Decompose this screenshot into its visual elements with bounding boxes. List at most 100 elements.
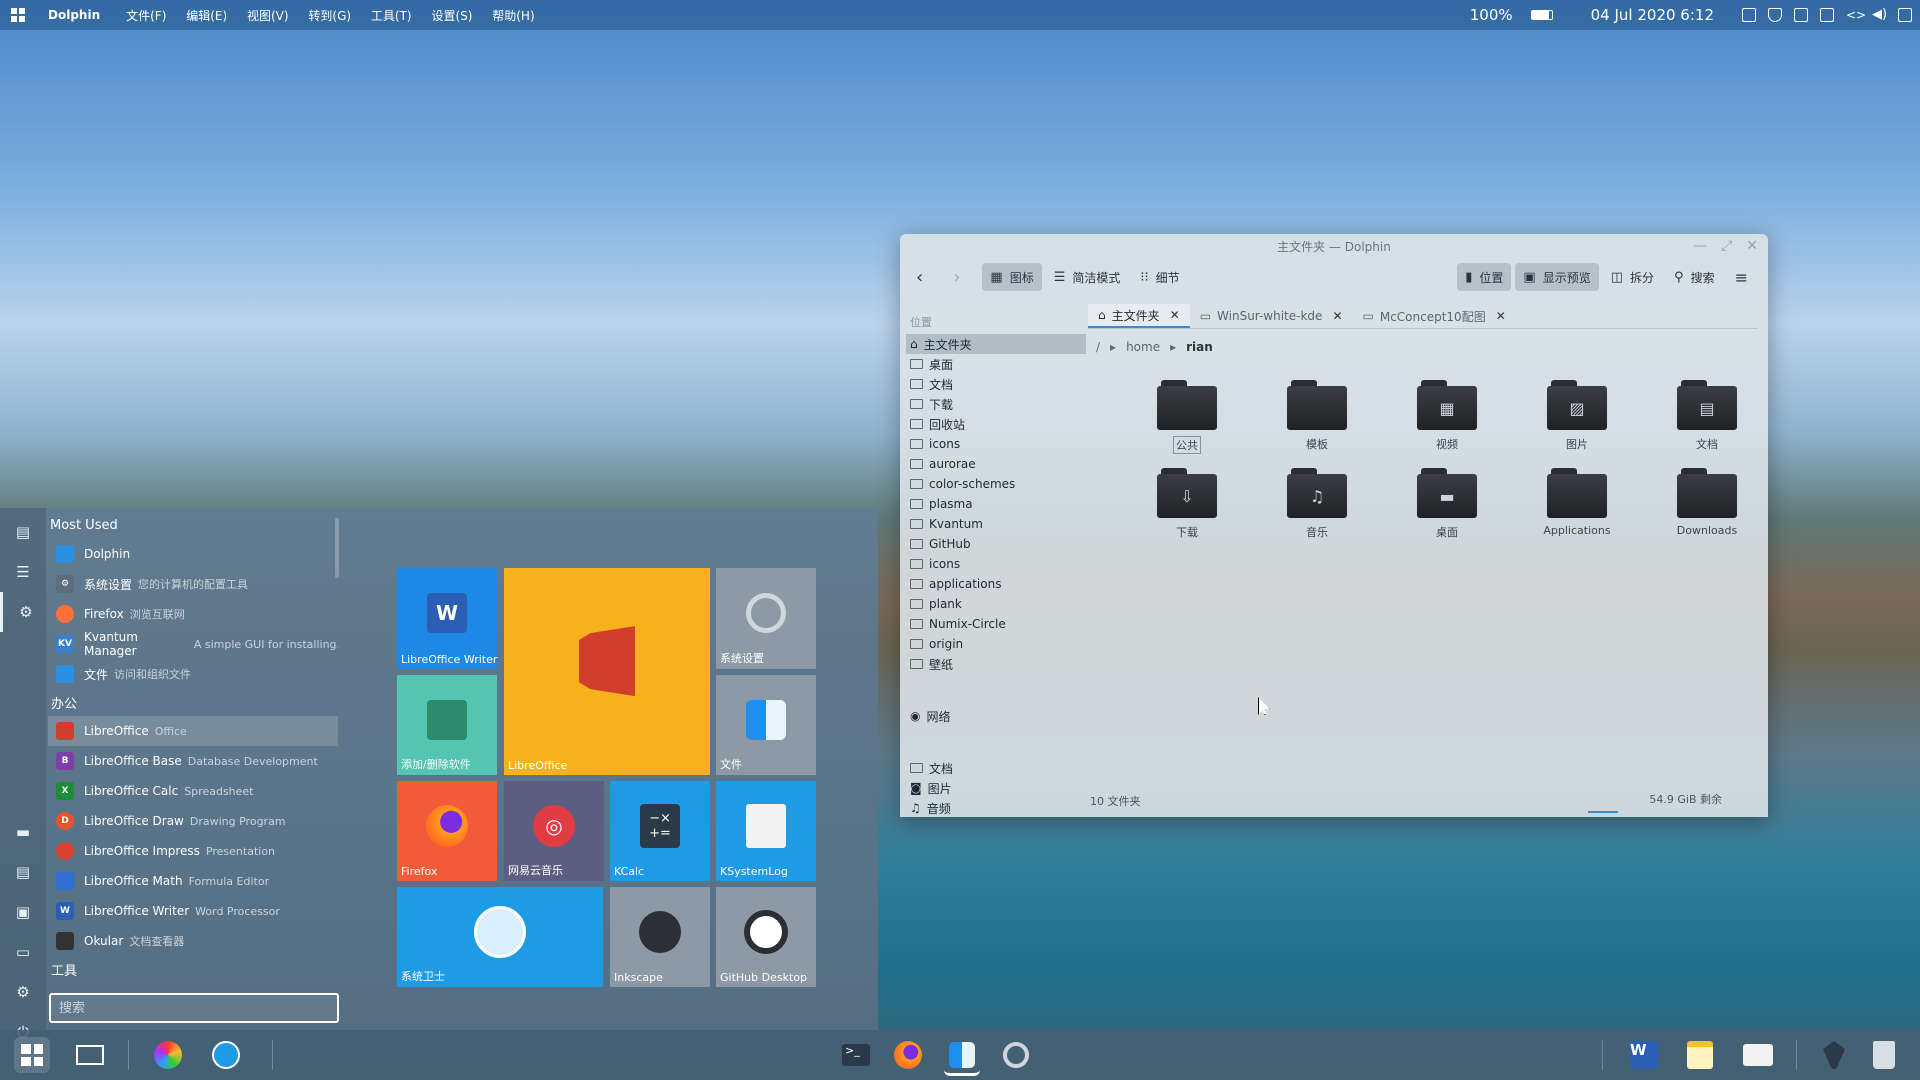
folder-item[interactable]: ▦ 视频: [1382, 380, 1512, 454]
search-field[interactable]: [49, 993, 339, 1023]
app-item-libreoffice-base[interactable]: B LibreOffice Base Database Development: [48, 746, 338, 776]
recent-audio[interactable]: ♫ 音频: [906, 798, 1086, 817]
kdeconnect-icon[interactable]: <>: [1846, 8, 1866, 22]
view-details-button[interactable]: ⁝⁝ 细节: [1132, 263, 1187, 291]
clipboard-icon[interactable]: [1794, 8, 1808, 22]
preview-toggle-button[interactable]: ▣ 显示预览: [1515, 263, 1599, 291]
tile-system-settings[interactable]: 系统设置: [716, 568, 816, 669]
tab-mcconcept[interactable]: ▭ McConcept10配图 ✕: [1353, 304, 1516, 328]
view-icons-button[interactable]: ▦ 图标: [982, 263, 1042, 291]
place-trash[interactable]: 回收站: [906, 414, 1086, 434]
app-item-libreoffice-calc[interactable]: X LibreOffice Calc Spreadsheet: [48, 776, 338, 806]
menu-help[interactable]: 帮助(H): [492, 9, 534, 23]
place-folder[interactable]: applications: [906, 574, 1086, 594]
tile-firefox[interactable]: Firefox: [397, 781, 497, 881]
app-item-libreoffice-writer[interactable]: W LibreOffice Writer Word Processor: [48, 896, 338, 926]
place-folder[interactable]: plasma: [906, 494, 1086, 514]
favorites-icon[interactable]: ▤: [0, 512, 46, 552]
keyboard-layout-icon[interactable]: [1820, 8, 1834, 22]
firefox-icon[interactable]: [890, 1037, 926, 1073]
menu-icon[interactable]: [1898, 8, 1912, 22]
tile-files[interactable]: 文件: [716, 675, 816, 775]
menu-tools[interactable]: 工具(T): [371, 9, 412, 23]
close-tab-icon[interactable]: ✕: [1170, 308, 1180, 322]
all-apps-icon[interactable]: ☰: [0, 552, 46, 592]
notifications-icon[interactable]: [1742, 8, 1756, 22]
breadcrumb-current[interactable]: rian: [1186, 340, 1213, 354]
menu-edit[interactable]: 编辑(E): [186, 9, 227, 23]
folder-item[interactable]: Downloads: [1642, 468, 1768, 540]
battery-icon[interactable]: [1530, 10, 1553, 20]
folder-item[interactable]: ▨ 图片: [1512, 380, 1642, 454]
tile-netease-music[interactable]: ◎ 网易云音乐: [504, 781, 604, 881]
place-folder[interactable]: color-schemes: [906, 474, 1086, 494]
minimize-icon[interactable]: —: [1693, 238, 1707, 254]
place-network[interactable]: ◉ 网络: [906, 706, 1086, 726]
folder-item[interactable]: ▬ 桌面: [1382, 468, 1512, 540]
dolphin-icon[interactable]: [944, 1037, 980, 1076]
terminal-icon[interactable]: ▬: [0, 812, 46, 852]
menu-settings[interactable]: 设置(S): [431, 9, 472, 23]
window-titlebar[interactable]: 主文件夹 — Dolphin — ⤢ ✕: [900, 234, 1768, 258]
tile-libreoffice-writer[interactable]: W LibreOffice Writer: [397, 568, 497, 669]
close-tab-icon[interactable]: ✕: [1496, 309, 1506, 323]
application-launcher-icon[interactable]: [0, 0, 36, 30]
folder-icon[interactable]: ▭: [0, 932, 46, 972]
close-icon[interactable]: ✕: [1746, 238, 1758, 254]
back-button[interactable]: ‹: [908, 263, 931, 291]
folder-item[interactable]: ⇩ 下载: [1122, 468, 1252, 540]
word-icon[interactable]: W: [1626, 1037, 1662, 1073]
app-item-settings[interactable]: ⚙ 系统设置 您的计算机的配置工具: [48, 569, 338, 599]
place-folder[interactable]: 壁纸: [906, 654, 1086, 674]
mail-icon[interactable]: [1740, 1037, 1776, 1073]
breadcrumb-root[interactable]: /: [1096, 340, 1100, 354]
recent-images[interactable]: ◙ 图片: [906, 778, 1086, 798]
app-list-scrollbar[interactable]: [335, 518, 339, 578]
tile-inkscape[interactable]: Inkscape: [610, 887, 710, 987]
folder-item[interactable]: 公共: [1122, 380, 1252, 454]
search-button[interactable]: ⚲ 搜索: [1666, 263, 1723, 291]
place-folder[interactable]: aurorae: [906, 454, 1086, 474]
app-item-firefox[interactable]: Firefox 浏览互联网: [48, 599, 338, 629]
forward-button[interactable]: ›: [945, 263, 968, 291]
documents-icon[interactable]: ▤: [0, 852, 46, 892]
trash-icon[interactable]: [1866, 1037, 1902, 1073]
color-app-icon[interactable]: [150, 1037, 186, 1073]
app-item-kvantum[interactable]: KV Kvantum Manager A simple GUI for instal…: [48, 629, 338, 659]
maximize-icon[interactable]: ⤢: [1721, 238, 1732, 254]
app-item-libreoffice-draw[interactable]: D LibreOffice Draw Drawing Program: [48, 806, 338, 836]
tie-app-icon[interactable]: [1816, 1037, 1852, 1073]
menu-view[interactable]: 视图(V): [247, 9, 289, 23]
app-item-files[interactable]: 文件 访问和组织文件: [48, 659, 338, 689]
split-button[interactable]: ◫ 拆分: [1603, 263, 1662, 291]
place-folder[interactable]: origin: [906, 634, 1086, 654]
app-item-okular[interactable]: Okular 文档查看器: [48, 926, 338, 956]
app-item-libreoffice-impress[interactable]: LibreOffice Impress Presentation: [48, 836, 338, 866]
tile-github-desktop[interactable]: GitHub Desktop: [716, 887, 816, 987]
tab-home[interactable]: ⌂ 主文件夹 ✕: [1088, 304, 1190, 328]
view-compact-button[interactable]: ☰ 简洁模式: [1046, 263, 1129, 291]
place-downloads[interactable]: 下载: [906, 394, 1086, 414]
notes-icon[interactable]: [1682, 1037, 1718, 1073]
shield-icon[interactable]: [1768, 8, 1782, 22]
safari-icon[interactable]: [208, 1037, 244, 1073]
tile-system-guard[interactable]: 系统卫士: [397, 887, 603, 987]
place-folder[interactable]: plank: [906, 594, 1086, 614]
tab-winsur[interactable]: ▭ WinSur-white-kde ✕: [1190, 304, 1353, 328]
place-folder[interactable]: Numix-Circle: [906, 614, 1086, 634]
tile-add-remove-software[interactable]: 添加/删除软件: [397, 675, 497, 775]
search-input[interactable]: [51, 995, 337, 1021]
folder-item[interactable]: Applications: [1512, 468, 1642, 540]
recent-documents[interactable]: 文档: [906, 758, 1086, 778]
place-documents[interactable]: 文档: [906, 374, 1086, 394]
pictures-icon[interactable]: ▣: [0, 892, 46, 932]
tile-libreoffice[interactable]: LibreOffice: [504, 568, 710, 775]
place-folder[interactable]: Kvantum: [906, 514, 1086, 534]
start-button[interactable]: [14, 1037, 50, 1073]
breadcrumb-home[interactable]: home: [1126, 340, 1160, 354]
places-toggle-button[interactable]: ▮ 位置: [1457, 263, 1512, 291]
place-folder[interactable]: GitHub: [906, 534, 1086, 554]
hamburger-menu-button[interactable]: ≡: [1727, 263, 1756, 291]
tile-ksystemlog[interactable]: KSystemLog: [716, 781, 816, 881]
settings-icon[interactable]: ⚙: [0, 972, 46, 1012]
